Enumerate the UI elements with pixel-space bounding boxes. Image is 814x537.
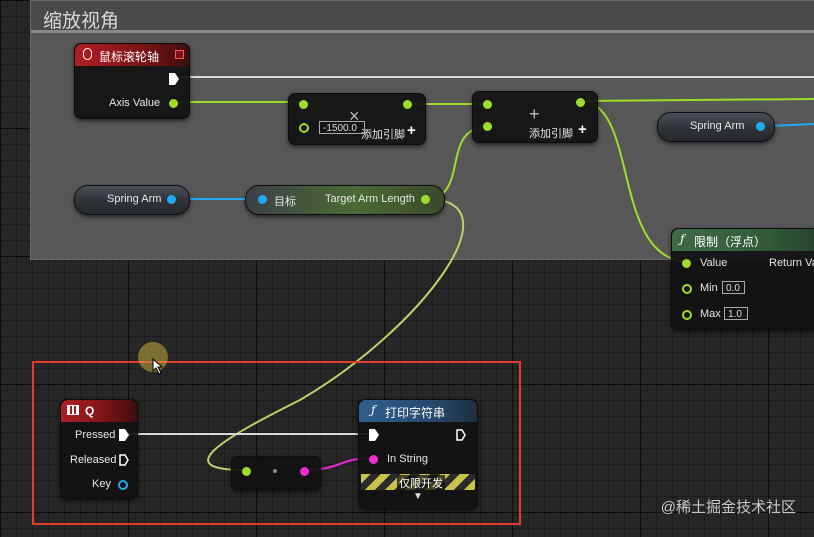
watermark: @稀土掘金技术社区	[660, 499, 796, 516]
clamp-max-pin[interactable]	[682, 310, 692, 320]
multiply-input-a-pin[interactable]	[299, 100, 308, 109]
delegate-pin-icon[interactable]	[175, 50, 184, 59]
add-icon: +	[529, 104, 540, 124]
mouse-cursor-icon	[152, 358, 164, 375]
target-arm-length-node[interactable]: 目标 Target Arm Length	[245, 185, 445, 215]
add-node[interactable]: + 添加引脚 +	[472, 91, 598, 143]
mouse-wheel-axis-header[interactable]: 鼠标滚轮轴	[75, 44, 189, 66]
mouse-wheel-axis-node[interactable]: 鼠标滚轮轴 Axis Value	[74, 43, 190, 119]
target-pin[interactable]	[258, 195, 267, 204]
add-output-pin[interactable]	[576, 98, 585, 107]
clamp-min-pin[interactable]	[682, 284, 692, 294]
multiply-output-pin[interactable]	[403, 100, 412, 109]
wire-add-out-right	[579, 98, 814, 102]
clamp-node[interactable]: ƒ 限制（浮点） Value Return Va Min 0.0 Max 1.0	[671, 228, 814, 330]
target-label: 目标	[274, 196, 296, 208]
clamp-max-label: Max	[700, 308, 721, 320]
add-add-pin-icon[interactable]: +	[578, 121, 587, 138]
clamp-return-label: Return Va	[769, 257, 814, 269]
multiply-add-pin-icon[interactable]: +	[407, 122, 416, 139]
axis-value-label: Axis Value	[109, 97, 161, 109]
multiply-node[interactable]: × -1500.0 添加引脚 +	[288, 93, 426, 145]
function-icon: ƒ	[680, 232, 685, 246]
add-input-a-pin[interactable]	[483, 100, 492, 109]
exec-out-pin[interactable]	[169, 73, 179, 85]
clamp-value-pin[interactable]	[682, 259, 691, 268]
clamp-min-input[interactable]: 0.0	[722, 281, 745, 294]
spring-arm-label-left: Spring Arm	[107, 193, 162, 205]
wire-springarm-top-right	[769, 123, 814, 127]
multiply-input-b-pin[interactable]	[299, 123, 309, 133]
spring-arm-getter-top[interactable]: Spring Arm	[657, 112, 775, 142]
clamp-max-input[interactable]: 1.0	[724, 307, 748, 320]
clamp-title: 限制（浮点）	[694, 235, 767, 249]
spring-arm-out-pin-left[interactable]	[167, 195, 176, 204]
spring-arm-getter-left[interactable]: Spring Arm	[74, 185, 190, 215]
clamp-header[interactable]: ƒ 限制（浮点）	[672, 229, 814, 251]
add-add-pin-label[interactable]: 添加引脚	[529, 125, 573, 141]
multiply-add-pin-label[interactable]: 添加引脚	[361, 126, 405, 142]
clamp-min-label: Min	[700, 282, 718, 294]
selection-highlight	[32, 361, 521, 525]
clamp-value-label: Value	[700, 257, 728, 269]
spring-arm-out-pin-top[interactable]	[756, 122, 765, 131]
target-arm-length-out-pin[interactable]	[421, 195, 430, 204]
mouse-icon	[83, 48, 92, 60]
multiply-value-input[interactable]: -1500.0	[319, 121, 365, 134]
target-arm-length-label: Target Arm Length	[325, 193, 415, 205]
mouse-wheel-axis-title: 鼠标滚轮轴	[99, 50, 160, 64]
axis-value-pin[interactable]	[169, 99, 178, 108]
spring-arm-label-top: Spring Arm	[690, 120, 745, 132]
add-input-b-pin[interactable]	[483, 122, 492, 131]
